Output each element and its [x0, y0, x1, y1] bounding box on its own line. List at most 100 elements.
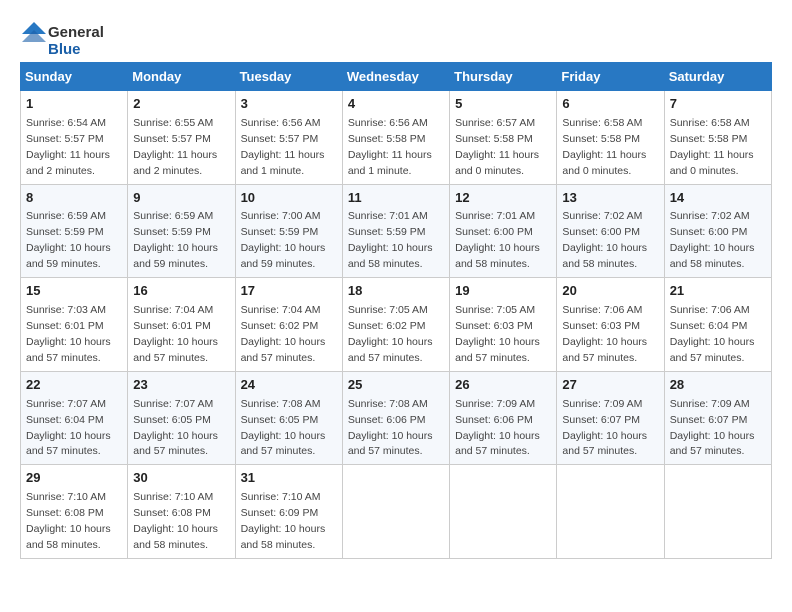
calendar-week-row: 29 Sunrise: 7:10 AM Sunset: 6:08 PM Dayli… [21, 465, 772, 559]
day-number: 11 [348, 189, 444, 208]
empty-cell [664, 465, 771, 559]
day-info: Sunrise: 7:03 AM Sunset: 6:01 PM Dayligh… [26, 304, 111, 364]
calendar-table: SundayMondayTuesdayWednesdayThursdayFrid… [20, 62, 772, 559]
day-info: Sunrise: 7:10 AM Sunset: 6:08 PM Dayligh… [133, 491, 218, 551]
day-info: Sunrise: 7:08 AM Sunset: 6:06 PM Dayligh… [348, 398, 433, 458]
day-info: Sunrise: 7:05 AM Sunset: 6:03 PM Dayligh… [455, 304, 540, 364]
day-number: 20 [562, 282, 658, 301]
day-info: Sunrise: 7:09 AM Sunset: 6:07 PM Dayligh… [670, 398, 755, 458]
calendar-day-cell: 31Sunrise: 7:10 AM Sunset: 6:09 PM Dayli… [235, 465, 342, 559]
day-number: 24 [241, 376, 337, 395]
calendar-day-cell: 16Sunrise: 7:04 AM Sunset: 6:01 PM Dayli… [128, 278, 235, 372]
calendar-week-row: 1Sunrise: 6:54 AM Sunset: 5:57 PM Daylig… [21, 91, 772, 185]
col-header-wednesday: Wednesday [342, 63, 449, 91]
day-number: 21 [670, 282, 766, 301]
day-info: Sunrise: 7:10 AM Sunset: 6:08 PM Dayligh… [26, 491, 111, 551]
day-number: 13 [562, 189, 658, 208]
day-number: 3 [241, 95, 337, 114]
empty-cell [557, 465, 664, 559]
calendar-day-cell: 22 Sunrise: 7:07 AM Sunset: 6:04 PM Dayli… [21, 371, 128, 465]
svg-text:General: General [48, 24, 104, 41]
calendar-day-cell: 4 Sunrise: 6:56 AM Sunset: 5:58 PM Daylig… [342, 91, 449, 185]
day-info: Sunrise: 7:04 AM Sunset: 6:02 PM Dayligh… [241, 304, 326, 364]
svg-text:Blue: Blue [48, 41, 81, 58]
day-info: Sunrise: 7:01 AM Sunset: 5:59 PM Dayligh… [348, 210, 433, 270]
day-info: Sunrise: 6:54 AM Sunset: 5:57 PM Dayligh… [26, 117, 110, 177]
calendar-header-row: SundayMondayTuesdayWednesdayThursdayFrid… [21, 63, 772, 91]
col-header-thursday: Thursday [450, 63, 557, 91]
calendar-day-cell: 27Sunrise: 7:09 AM Sunset: 6:07 PM Dayli… [557, 371, 664, 465]
calendar-day-cell: 29 Sunrise: 7:10 AM Sunset: 6:08 PM Dayli… [21, 465, 128, 559]
day-number: 25 [348, 376, 444, 395]
day-info: Sunrise: 6:58 AM Sunset: 5:58 PM Dayligh… [562, 117, 646, 177]
day-number: 30 [133, 469, 229, 488]
logo-svg: GeneralBlue [20, 20, 110, 58]
calendar-week-row: 15 Sunrise: 7:03 AM Sunset: 6:01 PM Dayli… [21, 278, 772, 372]
page-container: GeneralBlue SundayMondayTuesdayWednesday… [20, 20, 772, 559]
col-header-sunday: Sunday [21, 63, 128, 91]
day-number: 14 [670, 189, 766, 208]
day-info: Sunrise: 7:08 AM Sunset: 6:05 PM Dayligh… [241, 398, 326, 458]
day-number: 15 [26, 282, 122, 301]
day-number: 18 [348, 282, 444, 301]
day-info: Sunrise: 6:56 AM Sunset: 5:58 PM Dayligh… [348, 117, 432, 177]
day-number: 2 [133, 95, 229, 114]
calendar-day-cell: 11 Sunrise: 7:01 AM Sunset: 5:59 PM Dayli… [342, 184, 449, 278]
calendar-day-cell: 25 Sunrise: 7:08 AM Sunset: 6:06 PM Dayli… [342, 371, 449, 465]
day-number: 5 [455, 95, 551, 114]
calendar-day-cell: 21 Sunrise: 7:06 AM Sunset: 6:04 PM Dayli… [664, 278, 771, 372]
day-number: 6 [562, 95, 658, 114]
day-info: Sunrise: 7:02 AM Sunset: 6:00 PM Dayligh… [670, 210, 755, 270]
col-header-saturday: Saturday [664, 63, 771, 91]
calendar-day-cell: 7 Sunrise: 6:58 AM Sunset: 5:58 PM Daylig… [664, 91, 771, 185]
calendar-day-cell: 15 Sunrise: 7:03 AM Sunset: 6:01 PM Dayli… [21, 278, 128, 372]
day-info: Sunrise: 6:59 AM Sunset: 5:59 PM Dayligh… [133, 210, 218, 270]
day-number: 10 [241, 189, 337, 208]
calendar-week-row: 8 Sunrise: 6:59 AM Sunset: 5:59 PM Daylig… [21, 184, 772, 278]
calendar-day-cell: 28Sunrise: 7:09 AM Sunset: 6:07 PM Dayli… [664, 371, 771, 465]
day-info: Sunrise: 7:02 AM Sunset: 6:00 PM Dayligh… [562, 210, 647, 270]
day-number: 4 [348, 95, 444, 114]
logo: GeneralBlue [20, 20, 110, 58]
day-info: Sunrise: 7:00 AM Sunset: 5:59 PM Dayligh… [241, 210, 326, 270]
day-info: Sunrise: 6:57 AM Sunset: 5:58 PM Dayligh… [455, 117, 539, 177]
empty-cell [342, 465, 449, 559]
day-number: 16 [133, 282, 229, 301]
calendar-day-cell: 19 Sunrise: 7:05 AM Sunset: 6:03 PM Dayli… [450, 278, 557, 372]
calendar-day-cell: 30 Sunrise: 7:10 AM Sunset: 6:08 PM Dayli… [128, 465, 235, 559]
calendar-day-cell: 20 Sunrise: 7:06 AM Sunset: 6:03 PM Dayli… [557, 278, 664, 372]
calendar-day-cell: 13 Sunrise: 7:02 AM Sunset: 6:00 PM Dayli… [557, 184, 664, 278]
calendar-day-cell: 1Sunrise: 6:54 AM Sunset: 5:57 PM Daylig… [21, 91, 128, 185]
day-number: 8 [26, 189, 122, 208]
calendar-day-cell: 2 Sunrise: 6:55 AM Sunset: 5:57 PM Daylig… [128, 91, 235, 185]
calendar-day-cell: 17 Sunrise: 7:04 AM Sunset: 6:02 PM Dayli… [235, 278, 342, 372]
day-info: Sunrise: 6:55 AM Sunset: 5:57 PM Dayligh… [133, 117, 217, 177]
day-number: 29 [26, 469, 122, 488]
day-number: 7 [670, 95, 766, 114]
day-info: Sunrise: 6:59 AM Sunset: 5:59 PM Dayligh… [26, 210, 111, 270]
calendar-day-cell: 26Sunrise: 7:09 AM Sunset: 6:06 PM Dayli… [450, 371, 557, 465]
day-number: 12 [455, 189, 551, 208]
calendar-day-cell: 23Sunrise: 7:07 AM Sunset: 6:05 PM Dayli… [128, 371, 235, 465]
empty-cell [450, 465, 557, 559]
day-number: 19 [455, 282, 551, 301]
day-number: 22 [26, 376, 122, 395]
day-number: 27 [562, 376, 658, 395]
day-number: 23 [133, 376, 229, 395]
calendar-day-cell: 8 Sunrise: 6:59 AM Sunset: 5:59 PM Daylig… [21, 184, 128, 278]
calendar-day-cell: 14 Sunrise: 7:02 AM Sunset: 6:00 PM Dayli… [664, 184, 771, 278]
day-info: Sunrise: 7:07 AM Sunset: 6:04 PM Dayligh… [26, 398, 111, 458]
calendar-day-cell: 18Sunrise: 7:05 AM Sunset: 6:02 PM Dayli… [342, 278, 449, 372]
day-info: Sunrise: 7:06 AM Sunset: 6:03 PM Dayligh… [562, 304, 647, 364]
calendar-day-cell: 12Sunrise: 7:01 AM Sunset: 6:00 PM Dayli… [450, 184, 557, 278]
calendar-day-cell: 6 Sunrise: 6:58 AM Sunset: 5:58 PM Daylig… [557, 91, 664, 185]
day-number: 17 [241, 282, 337, 301]
day-info: Sunrise: 7:06 AM Sunset: 6:04 PM Dayligh… [670, 304, 755, 364]
calendar-week-row: 22 Sunrise: 7:07 AM Sunset: 6:04 PM Dayli… [21, 371, 772, 465]
day-info: Sunrise: 6:58 AM Sunset: 5:58 PM Dayligh… [670, 117, 754, 177]
day-info: Sunrise: 7:10 AM Sunset: 6:09 PM Dayligh… [241, 491, 326, 551]
calendar-day-cell: 9Sunrise: 6:59 AM Sunset: 5:59 PM Daylig… [128, 184, 235, 278]
col-header-friday: Friday [557, 63, 664, 91]
calendar-day-cell: 3Sunrise: 6:56 AM Sunset: 5:57 PM Daylig… [235, 91, 342, 185]
calendar-day-cell: 10 Sunrise: 7:00 AM Sunset: 5:59 PM Dayli… [235, 184, 342, 278]
